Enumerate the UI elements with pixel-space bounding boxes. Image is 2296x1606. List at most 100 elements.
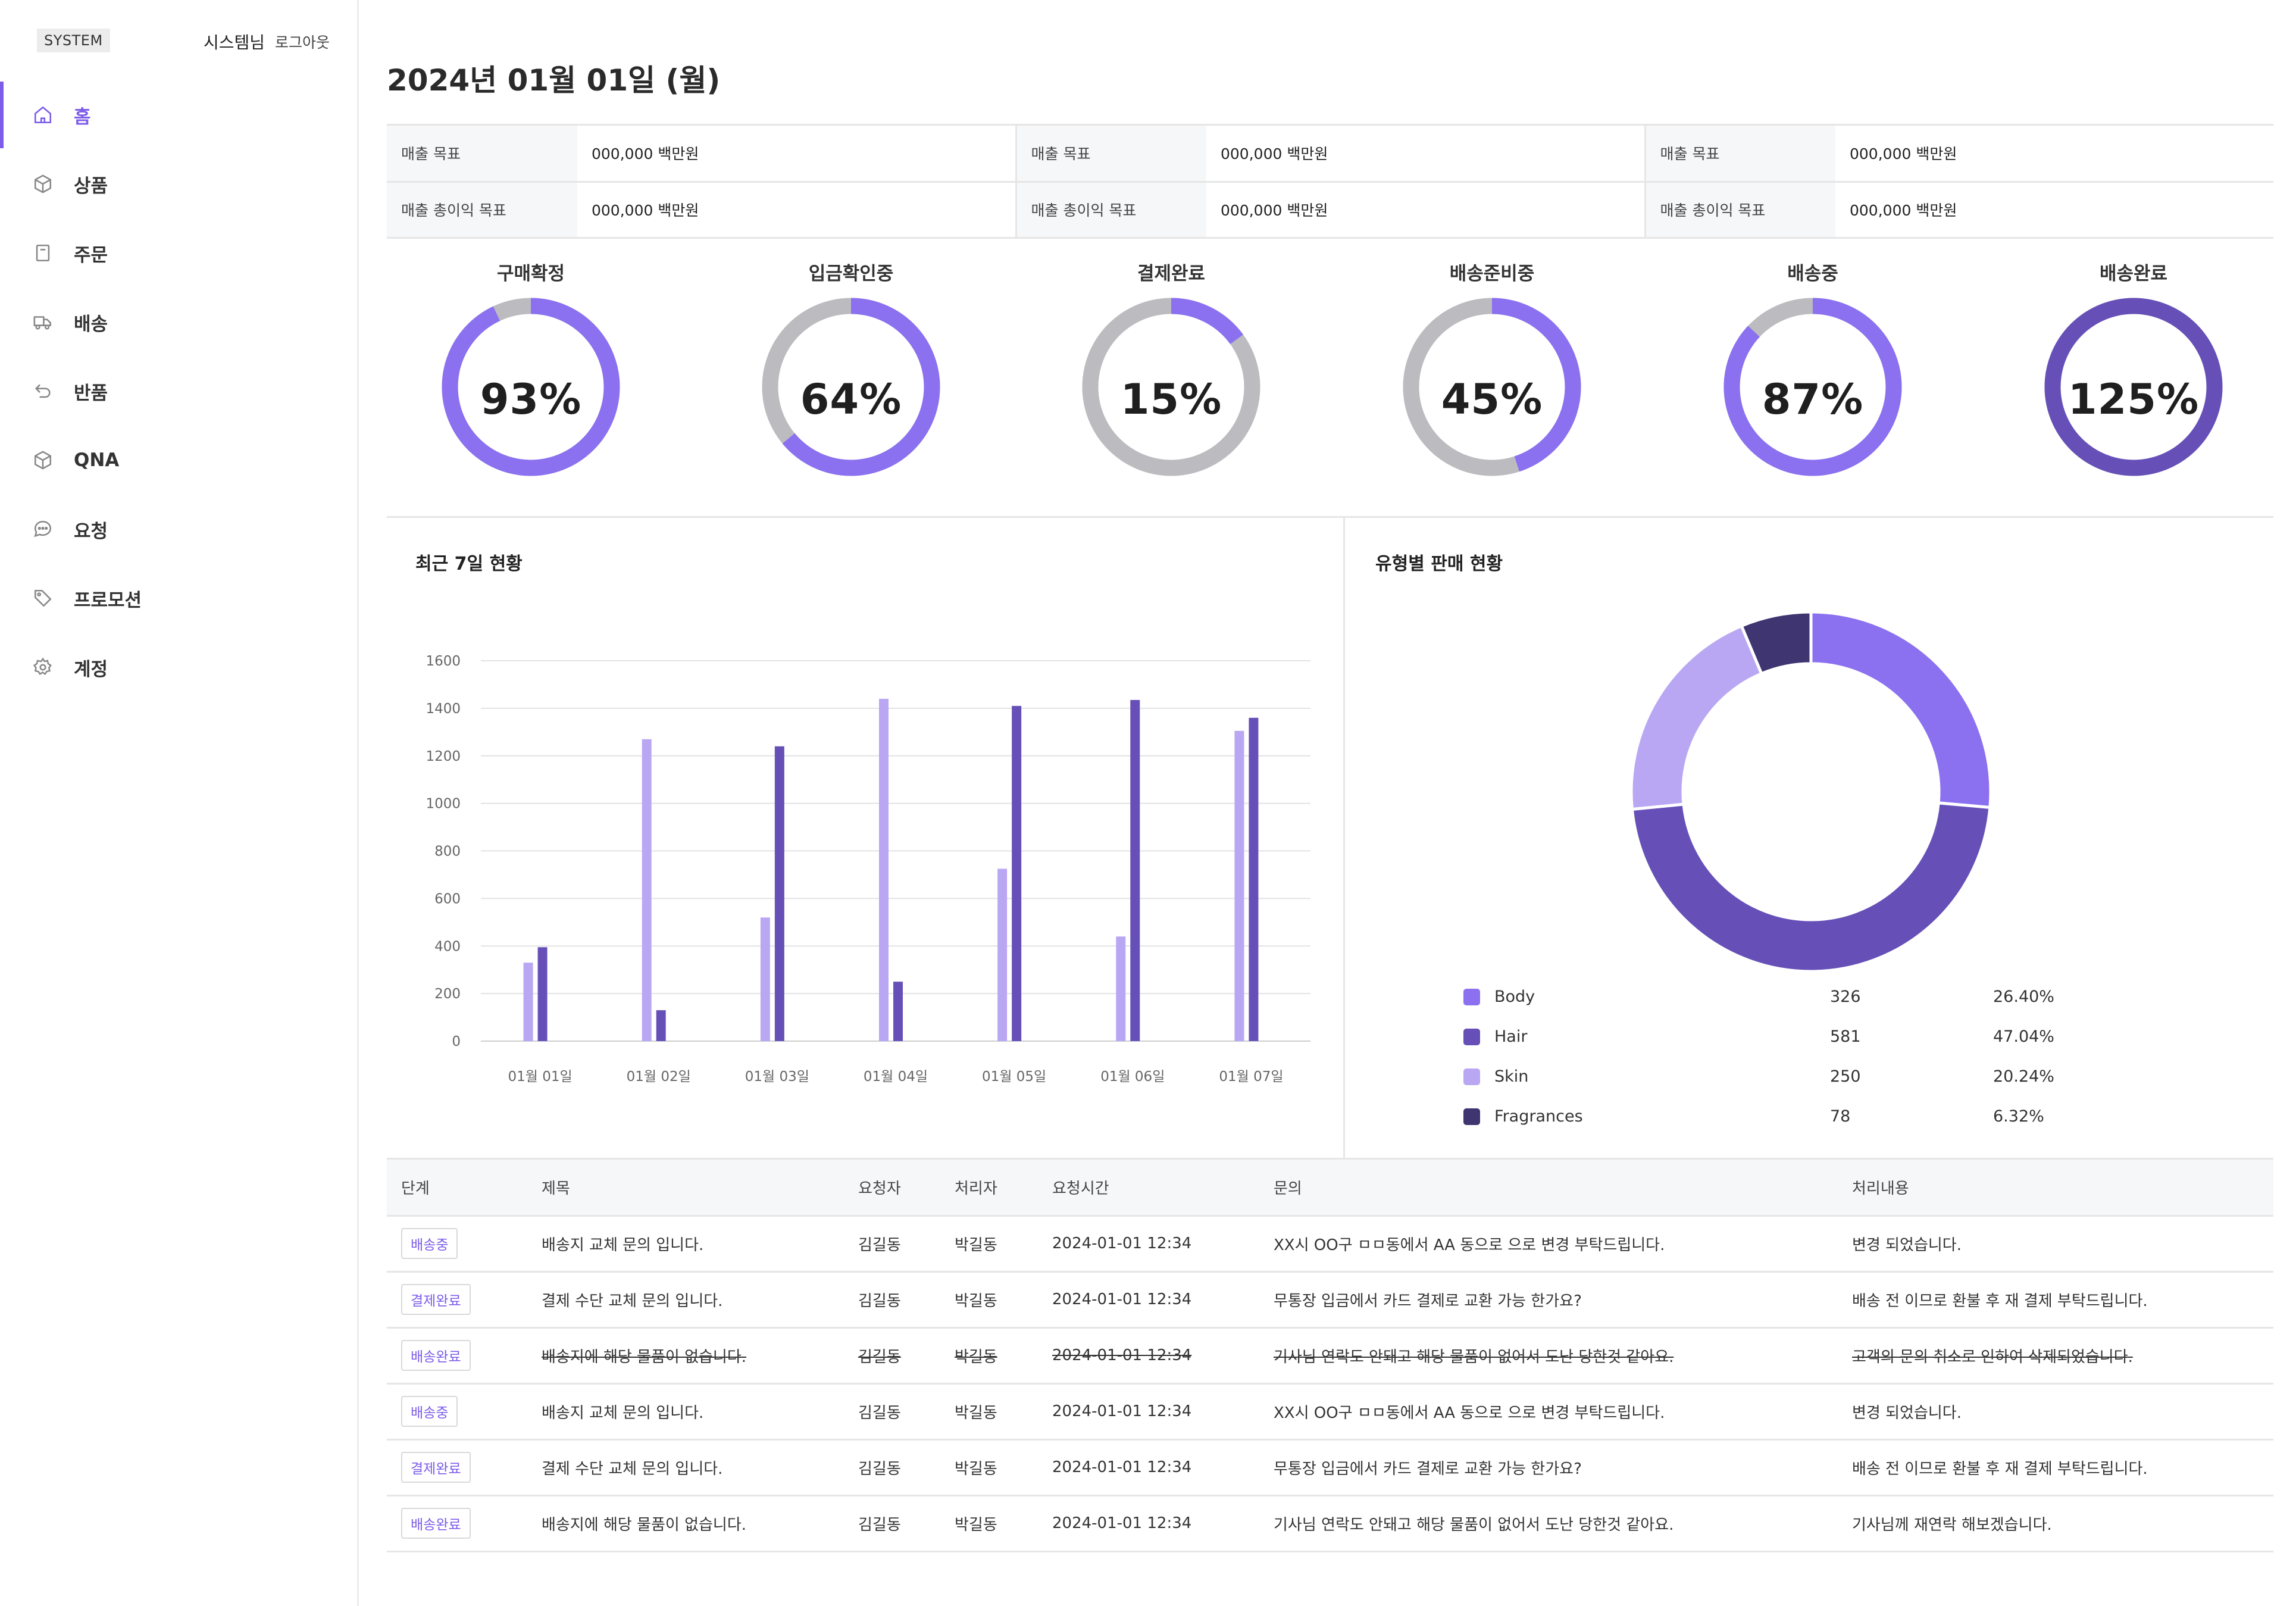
bar-series-2 xyxy=(656,1010,666,1041)
status-badge[interactable]: 배송완료 xyxy=(401,1508,471,1539)
column-header: 제목 xyxy=(527,1160,844,1217)
status-cell: 배송완료 xyxy=(387,1327,527,1385)
table-row[interactable]: 배송완료 배송지에 해당 물품이 없습니다. 김길동 박길동 2024-01-01 12… xyxy=(387,1495,2273,1552)
sidebar-item-8[interactable]: 계정 xyxy=(0,633,357,702)
target-value: 000,000 백만원 xyxy=(1835,126,2273,183)
request-result: 변경 되었습니다. xyxy=(1838,1383,2273,1441)
request-title: 배송지 교체 문의 입니다. xyxy=(527,1383,844,1441)
progress-percent: 45% xyxy=(1441,375,1543,424)
requests-table: 단계 제목 요청자 처리자 요청시간 문의 처리내용 배송중 배송지 교체 문의 입니다. 김길… xyxy=(387,1160,2273,1552)
table-row[interactable]: 결제완료 결제 수단 교체 문의 입니다. 김길동 박길동 2024-01-01 12:… xyxy=(387,1439,2273,1496)
bar-series-2 xyxy=(1130,699,1140,1041)
status-cell: 배송중 xyxy=(387,1216,527,1273)
sidebar-item-4[interactable]: 반품 xyxy=(0,357,357,426)
status-badge[interactable]: 결제완료 xyxy=(401,1452,471,1483)
sidebar-item-5[interactable]: QNA xyxy=(0,426,357,495)
target-value: 000,000 백만원 xyxy=(1206,126,1646,183)
x-tick-label: 01월 04일 xyxy=(864,1069,928,1085)
x-tick-label: 01월 02일 xyxy=(627,1069,691,1085)
status-badge[interactable]: 결제완료 xyxy=(401,1284,471,1315)
legend-count: 326 xyxy=(1830,988,1861,1006)
sidebar-item-7[interactable]: 프로모션 xyxy=(0,564,357,633)
category-legend: Body 326 26.40% Hair 581 47.04% Skin 250 20.24% F… xyxy=(1463,984,2178,1143)
legend-percent: 47.04% xyxy=(1993,1027,2054,1046)
gear-icon xyxy=(31,655,55,679)
x-tick-label: 01월 01일 xyxy=(508,1069,572,1085)
progress-title: 입금확인중 xyxy=(808,263,894,285)
sidebar-item-0[interactable]: 홈 xyxy=(0,80,357,149)
request-question: 무통장 입금에서 카드 결제로 교환 가능 한가요? xyxy=(1259,1439,1838,1496)
sidebar-item-label: 요청 xyxy=(74,520,108,542)
request-result: 기사님께 재연락 해보겠습니다. xyxy=(1838,1495,2273,1552)
bar-series-1 xyxy=(1234,730,1244,1041)
y-tick-label: 1000 xyxy=(426,796,461,812)
request-result: 변경 되었습니다. xyxy=(1838,1216,2273,1273)
legend-name: Fragrances xyxy=(1494,1107,1583,1126)
sidebar-item-6[interactable]: 요청 xyxy=(0,495,357,564)
request-question: 무통장 입금에서 카드 결제로 교환 가능 한가요? xyxy=(1259,1271,1838,1329)
logout-link[interactable]: 로그아웃 xyxy=(275,31,330,52)
status-badge[interactable]: 배송중 xyxy=(401,1228,458,1259)
requester: 김길동 xyxy=(844,1439,940,1496)
table-row[interactable]: 배송중 배송지 교체 문의 입니다. 김길동 박길동 2024-01-01 12:34 X… xyxy=(387,1383,2273,1441)
legend-name: Hair xyxy=(1494,1027,1528,1046)
request-time: 2024-01-01 12:34 xyxy=(1038,1271,1259,1329)
progress-donut: 입금확인중 64% xyxy=(732,256,970,494)
bar-series-1 xyxy=(523,963,533,1041)
request-question: 기사님 연락도 안돼고 해당 물품이 없어서 도난 당한것 같아요. xyxy=(1259,1495,1838,1552)
donut-slice-skin xyxy=(1629,624,1764,811)
sidebar-item-2[interactable]: 주문 xyxy=(0,218,357,288)
bar-series-1 xyxy=(997,868,1008,1041)
progress-percent: 125% xyxy=(2067,375,2200,424)
truck-icon xyxy=(31,310,55,334)
sales-targets: 매출 목표 000,000 백만원 매출 목표 000,000 백만원 매출 목표 000… xyxy=(387,124,2273,239)
y-tick-label: 800 xyxy=(434,844,461,860)
sidebar: SYSTEM 시스템님 로그아웃 홈 상품 주문 배송 반품 QNA 요청 프로모션 계정 xyxy=(0,0,359,1606)
target-value: 000,000 백만원 xyxy=(577,126,1017,183)
progress-title: 구매확정 xyxy=(496,263,565,285)
table-row[interactable]: 배송중 배송지 교체 문의 입니다. 김길동 박길동 2024-01-01 12:34 X… xyxy=(387,1216,2273,1273)
legend-item: Hair 581 47.04% xyxy=(1463,1024,2178,1064)
request-result: 배송 전 이므로 환불 후 재 결제 부탁드립니다. xyxy=(1838,1271,2273,1329)
y-tick-label: 200 xyxy=(434,986,461,1002)
table-row[interactable]: 결제완료 결제 수단 교체 문의 입니다. 김길동 박길동 2024-01-01 12:… xyxy=(387,1271,2273,1329)
table-row[interactable]: 배송완료 배송지에 해당 물품이 없습니다. 김길동 박길동 2024-01-01 12… xyxy=(387,1327,2273,1385)
target-value: 000,000 백만원 xyxy=(1206,182,1646,239)
status-badge[interactable]: 배송완료 xyxy=(401,1340,471,1371)
legend-percent: 26.40% xyxy=(1993,988,2054,1006)
home-icon xyxy=(31,103,55,127)
status-badge[interactable]: 배송중 xyxy=(401,1396,458,1427)
target-row: 매출 총이익 목표 000,000 백만원 매출 총이익 목표 000,000 백만원… xyxy=(387,182,2273,239)
handler: 박길동 xyxy=(940,1271,1038,1329)
column-header: 문의 xyxy=(1259,1160,1838,1217)
column-header: 처리자 xyxy=(940,1160,1038,1217)
page-title: 2024년 01월 01일 (월) xyxy=(387,63,721,98)
order-status-progress: 구매확정 93% 입금확인중 64% 결제완료 15% 배송준비중 45% 배송중 87% 배송완료… xyxy=(387,256,2273,518)
target-value: 000,000 백만원 xyxy=(1835,182,2273,239)
legend-count: 250 xyxy=(1830,1067,1861,1086)
x-tick-label: 01월 03일 xyxy=(745,1069,809,1085)
chat-icon xyxy=(31,517,55,541)
handler: 박길동 xyxy=(940,1327,1038,1385)
target-row: 매출 목표 000,000 백만원 매출 목표 000,000 백만원 매출 목표 000… xyxy=(387,126,2273,183)
progress-donut: 배송중 87% xyxy=(1694,256,1932,494)
legend-swatch xyxy=(1463,1068,1480,1085)
progress-title: 배송완료 xyxy=(2099,263,2168,285)
request-title: 결제 수단 교체 문의 입니다. xyxy=(527,1271,844,1329)
progress-percent: 87% xyxy=(1762,375,1864,424)
legend-count: 581 xyxy=(1830,1027,1861,1046)
sidebar-item-label: 주문 xyxy=(74,244,108,266)
active-indicator xyxy=(0,82,4,148)
category-donut-chart xyxy=(1629,610,1992,970)
progress-donut: 결제완료 15% xyxy=(1052,256,1290,494)
legend-count: 78 xyxy=(1830,1107,1851,1126)
status-cell: 배송중 xyxy=(387,1383,527,1441)
progress-donut: 배송완료 125% xyxy=(2015,256,2253,494)
bar-series-2 xyxy=(893,982,903,1041)
system-badge: SYSTEM xyxy=(37,29,110,52)
column-header: 요청시간 xyxy=(1038,1160,1259,1217)
progress-title: 배송중 xyxy=(1787,263,1838,285)
sidebar-item-3[interactable]: 배송 xyxy=(0,288,357,357)
legend-swatch xyxy=(1463,989,1480,1005)
sidebar-item-1[interactable]: 상품 xyxy=(0,149,357,218)
